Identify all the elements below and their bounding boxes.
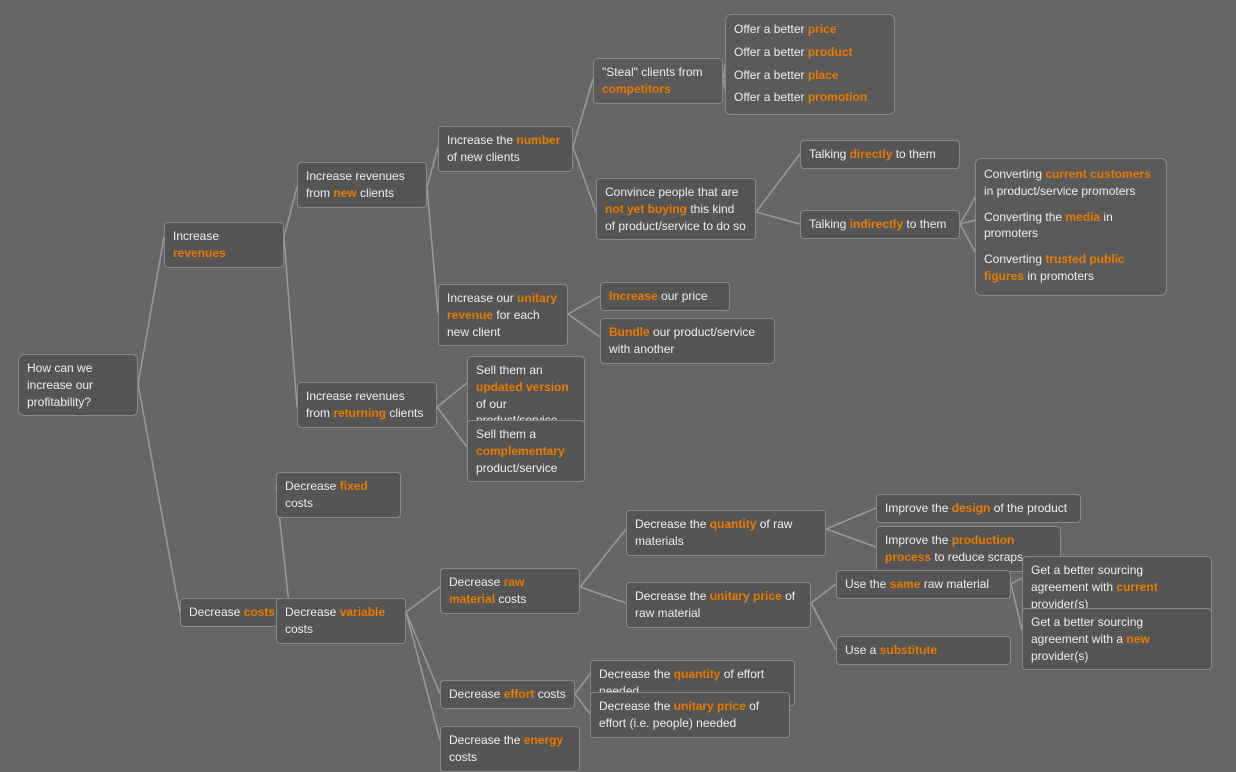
node-converting_media: Converting the media in promoters <box>980 206 1162 246</box>
convert-group: Converting current customers in product/… <box>975 158 1167 296</box>
node-offer_place: Offer a better place <box>730 65 890 86</box>
node-decrease_quantity_raw: Decrease the quantity of raw materials <box>626 510 826 556</box>
node-increase_price: Increase our price <box>600 282 730 311</box>
node-bundle: Bundle our product/service with another <box>600 318 775 364</box>
node-use_substitute: Use a substitute <box>836 636 1011 665</box>
node-use_same: Use the same raw material <box>836 570 1011 599</box>
node-convince_people: Convince people that are not yet buying … <box>596 178 756 240</box>
node-decrease_effort: Decrease effort costs <box>440 680 575 709</box>
node-talking_directly: Talking directly to them <box>800 140 960 169</box>
node-increase_number: Increase the number of new clients <box>438 126 573 172</box>
node-better_new: Get a better sourcing agreement with a n… <box>1022 608 1212 670</box>
node-sell_complementary: Sell them a complementary product/servic… <box>467 420 585 482</box>
node-offer_product: Offer a better product <box>730 42 890 63</box>
node-decrease_energy: Decrease the energy costs <box>440 726 580 772</box>
node-decrease_fixed: Decrease fixed costs <box>276 472 401 518</box>
node-decrease_unitary_raw: Decrease the unitary price of raw materi… <box>626 582 811 628</box>
node-offer_promotion: Offer a better promotion <box>730 87 890 108</box>
node-rev_new_clients: Increase revenues from new clients <box>297 162 427 208</box>
node-decrease_variable: Decrease variable costs <box>276 598 406 644</box>
node-root: How can we increase our profitability? <box>18 354 138 416</box>
node-steal_clients: "Steal" clients from competitors <box>593 58 723 104</box>
node-increase_revenues: Increase revenues <box>164 222 284 268</box>
node-converting_trusted: Converting trusted public figures in pro… <box>980 248 1162 288</box>
node-increase_unitary: Increase our unitary revenue for each ne… <box>438 284 568 346</box>
offer-group: Offer a better priceOffer a better produ… <box>725 14 895 115</box>
node-rev_returning: Increase revenues from returning clients <box>297 382 437 428</box>
node-converting_current: Converting current customers in product/… <box>980 163 1162 203</box>
node-talking_indirectly: Talking indirectly to them <box>800 210 960 239</box>
node-offer_price: Offer a better price <box>730 19 890 40</box>
node-improve_design: Improve the design of the product <box>876 494 1081 523</box>
node-decrease_raw_material: Decrease raw material costs <box>440 568 580 614</box>
node-decrease_unitary_effort: Decrease the unitary price of effort (i.… <box>590 692 790 738</box>
node-decrease_costs: Decrease costs <box>180 598 290 627</box>
